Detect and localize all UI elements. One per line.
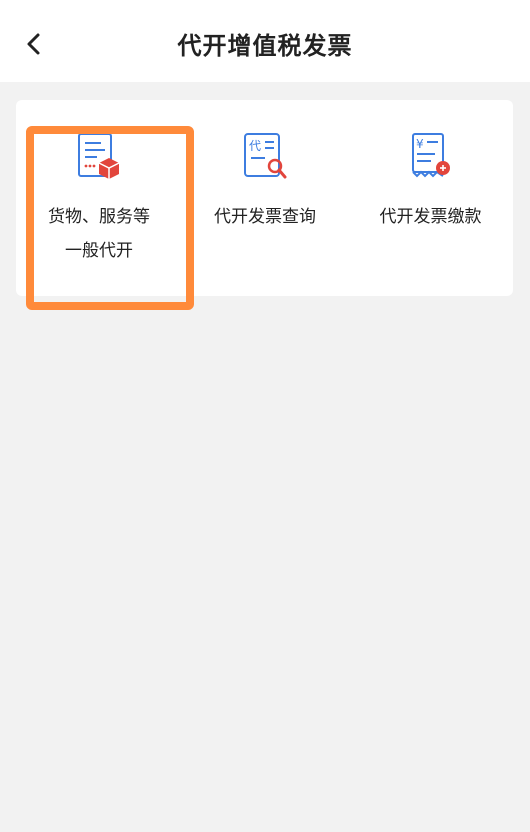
- menu-item-invoice-query[interactable]: 代 代开发票查询: [182, 100, 348, 296]
- menu-item-invoice-payment[interactable]: ¥ 代开发票缴款: [348, 100, 513, 296]
- invoice-search-icon: 代: [239, 128, 291, 184]
- navigation-bar: 代开增值税发票: [0, 0, 530, 82]
- page-title: 代开增值税发票: [177, 32, 353, 60]
- menu-item-label: 代开发票缴款: [379, 207, 482, 227]
- invoice-menu-card: 货物、服务等 一般代开 代 代开发票查询 ¥ 代开发票缴款: [16, 100, 513, 296]
- invoice-payment-icon: ¥: [405, 128, 457, 184]
- svg-text:¥: ¥: [416, 137, 424, 151]
- svg-text:代: 代: [249, 139, 261, 153]
- menu-item-general-invoice[interactable]: 货物、服务等 一般代开: [16, 100, 182, 296]
- invoice-package-icon: [73, 128, 125, 184]
- menu-item-label: 货物、服务等 一般代开: [48, 207, 150, 261]
- menu-item-label: 代开发票查询: [214, 207, 316, 227]
